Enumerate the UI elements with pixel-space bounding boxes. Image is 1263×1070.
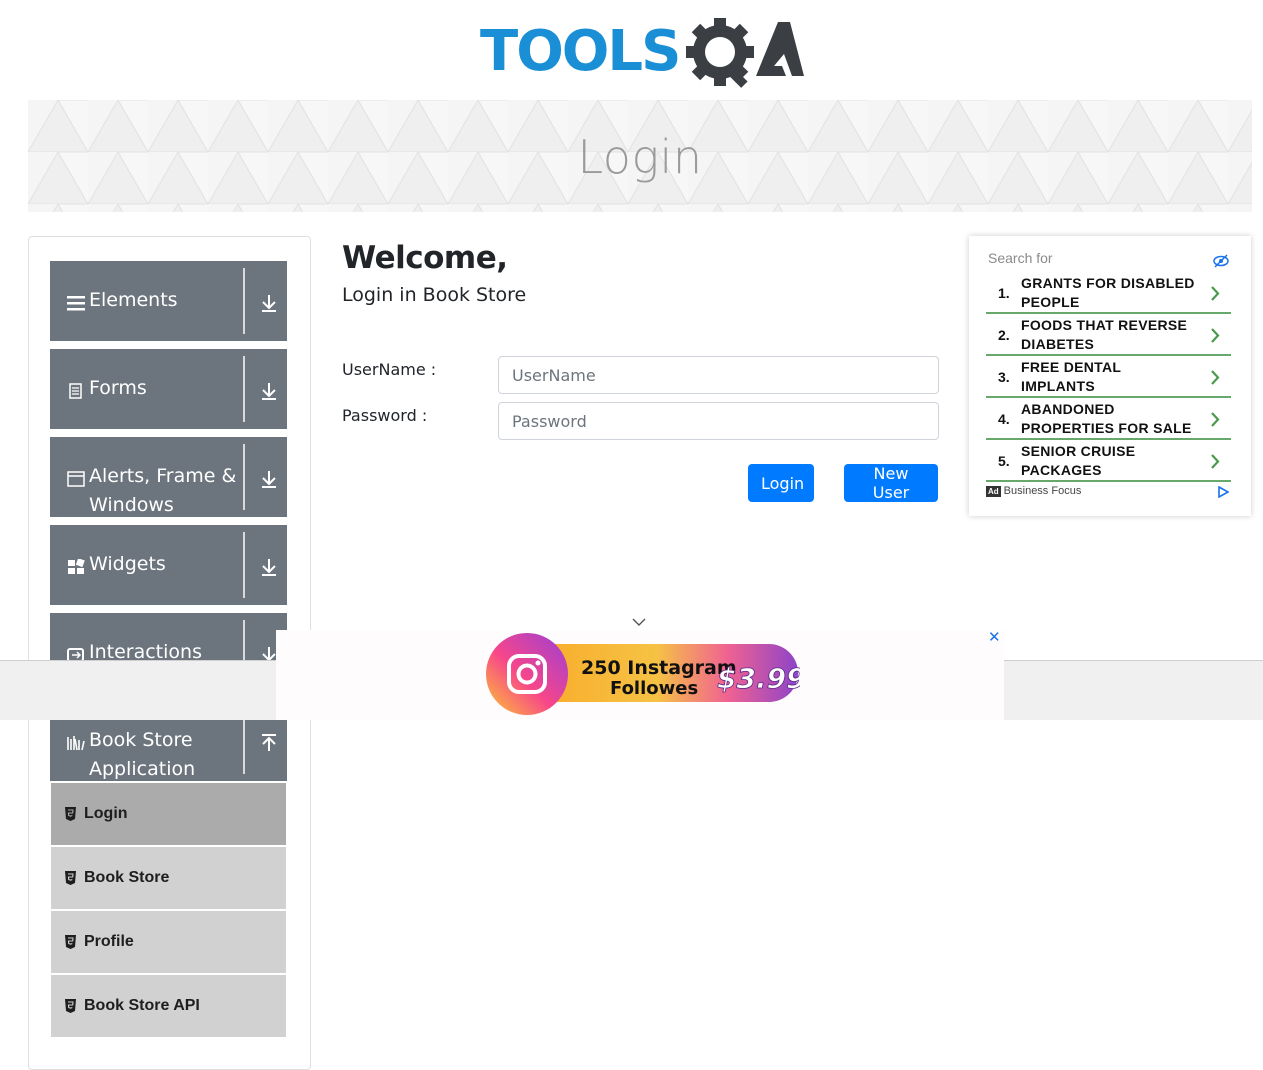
- sidebar-item-label: Profile: [84, 933, 134, 950]
- logo-a-letter: [756, 22, 804, 76]
- chevron-right-icon: [1211, 370, 1220, 385]
- sidebar-item-label: Book Store: [84, 869, 170, 886]
- ad-provider[interactable]: Business Focus: [1004, 485, 1082, 497]
- sidebar-group-alerts[interactable]: Alerts, Frame & Windows: [50, 437, 287, 517]
- window-icon: [67, 471, 85, 487]
- html5-icon: [65, 935, 76, 949]
- html5-icon: [65, 999, 76, 1013]
- welcome-heading: Welcome,: [342, 240, 508, 276]
- ad-link[interactable]: 2. FOODS THAT REVERSE DIABETES: [986, 314, 1231, 356]
- download-arrow-icon[interactable]: [260, 469, 278, 489]
- logo-text: TOOLS: [480, 19, 679, 84]
- sidebar-item-label: Book Store API: [84, 997, 200, 1014]
- page-title: Login: [577, 130, 703, 184]
- chevron-right-icon: [1211, 328, 1220, 343]
- ad-line2: Followes: [610, 678, 698, 699]
- search-for-label: Search for: [988, 250, 1053, 266]
- sidebar-item-login[interactable]: Login: [51, 783, 286, 845]
- ad-link-number: 3.: [998, 369, 1010, 385]
- separator: [243, 532, 245, 598]
- ad-link-number: 1.: [998, 285, 1010, 301]
- upload-arrow-icon[interactable]: [260, 733, 278, 753]
- login-subtitle: Login in Book Store: [342, 284, 527, 306]
- username-input[interactable]: [498, 356, 939, 394]
- download-arrow-icon[interactable]: [260, 557, 278, 577]
- ad-link-text: ABANDONED PROPERTIES FOR SALE: [1021, 401, 1192, 436]
- sidebar-item-book-store[interactable]: Book Store: [51, 847, 286, 909]
- sidebar-item-label: Login: [84, 805, 128, 822]
- instagram-ad-banner[interactable]: 250 Instagram Followes $3.99: [485, 632, 800, 716]
- sidebar-item-profile[interactable]: Profile: [51, 911, 286, 973]
- sidebar-item-book-store-api[interactable]: Book Store API: [51, 975, 286, 1037]
- sidebar-group-label: Widgets: [89, 553, 166, 575]
- site-header: TOOLS: [0, 0, 1263, 100]
- login-button[interactable]: Login: [748, 464, 814, 502]
- chevron-right-icon: [1211, 286, 1220, 301]
- chevron-down-icon[interactable]: [631, 617, 647, 627]
- ad-link-number: 5.: [998, 453, 1010, 469]
- ad-link-text: SENIOR CRUISE PACKAGES: [1021, 443, 1136, 478]
- separator: [243, 268, 245, 334]
- logo-gear-icon: [686, 18, 754, 88]
- chevron-right-icon: [1211, 454, 1220, 469]
- close-ad-icon[interactable]: ✕: [988, 630, 1002, 646]
- ad-link-text: FREE DENTAL IMPLANTS: [1021, 359, 1122, 394]
- html5-icon: [65, 871, 76, 885]
- ad-link-number: 2.: [998, 327, 1010, 343]
- chevron-right-icon: [1211, 412, 1220, 427]
- hide-ad-eye-icon[interactable]: [1213, 254, 1229, 268]
- html5-icon: [65, 807, 76, 821]
- sidebar-group-elements[interactable]: Elements: [50, 261, 287, 341]
- toolsqa-logo[interactable]: TOOLS: [480, 14, 805, 94]
- search-ad-panel: Search for 1. GRANTS FOR DISABLED PEOPLE…: [969, 236, 1251, 516]
- adchoices-icon[interactable]: [1217, 486, 1229, 498]
- ad-link[interactable]: 4. ABANDONED PROPERTIES FOR SALE: [986, 398, 1231, 440]
- sidebar-group-label: Forms: [89, 377, 147, 399]
- username-label: UserName :: [342, 360, 437, 379]
- books-icon: [67, 736, 85, 751]
- ad-line1: 250 Instagram: [581, 657, 737, 679]
- new-user-button[interactable]: New User: [844, 464, 938, 502]
- sidebar-group-label: Elements: [89, 289, 178, 311]
- instagram-logo-icon: [486, 633, 568, 715]
- ad-link-number: 4.: [998, 411, 1010, 427]
- password-input[interactable]: [498, 402, 939, 440]
- document-icon: [69, 383, 82, 399]
- sidebar-group-widgets[interactable]: Widgets: [50, 525, 287, 605]
- sidebar-group-label: Book Store Application: [89, 729, 196, 780]
- ad-badge: Ad: [986, 485, 1001, 497]
- page-banner: Login: [28, 100, 1252, 212]
- ad-link[interactable]: 1. GRANTS FOR DISABLED PEOPLE: [986, 272, 1231, 314]
- sidebar-group-label: Alerts, Frame & Windows: [89, 465, 237, 516]
- password-label: Password :: [342, 406, 428, 425]
- ad-link[interactable]: 3. FREE DENTAL IMPLANTS: [986, 356, 1231, 398]
- left-sidebar: Elements Forms Alerts, Frame & Windows W…: [28, 236, 311, 1070]
- ad-link[interactable]: 5. SENIOR CRUISE PACKAGES: [986, 440, 1231, 482]
- download-arrow-icon[interactable]: [260, 293, 278, 313]
- ad-price: $3.99: [717, 662, 800, 695]
- ad-footer: Ad Business Focus: [986, 485, 1081, 497]
- sidebar-group-forms[interactable]: Forms: [50, 349, 287, 429]
- widgets-icon: [68, 559, 85, 574]
- download-arrow-icon[interactable]: [260, 381, 278, 401]
- hamburger-icon: [67, 296, 85, 311]
- ad-link-text: FOODS THAT REVERSE DIABETES: [1021, 317, 1188, 352]
- separator: [243, 444, 245, 510]
- ad-link-text: GRANTS FOR DISABLED PEOPLE: [1021, 275, 1195, 310]
- separator: [243, 356, 245, 422]
